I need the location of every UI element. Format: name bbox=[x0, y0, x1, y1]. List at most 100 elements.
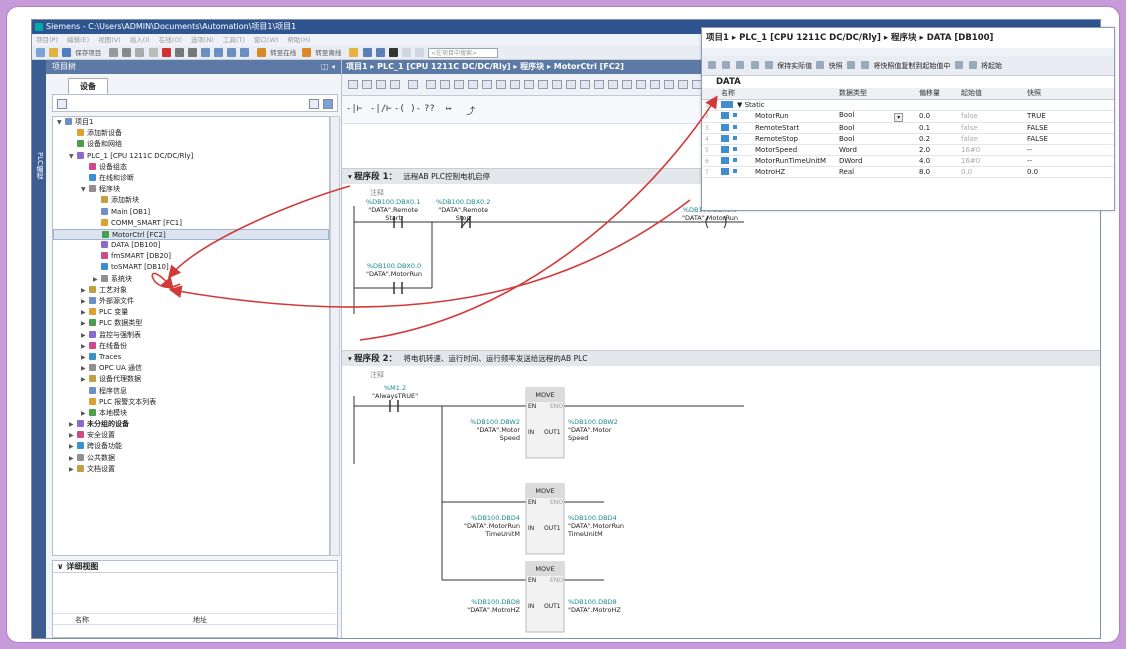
tree-item[interactable]: ▶ 文档设置 bbox=[53, 464, 329, 475]
editor-tool-icon[interactable] bbox=[580, 80, 590, 89]
editor-tool-icon[interactable] bbox=[650, 80, 660, 89]
expand-toggle-icon[interactable]: ▶ bbox=[81, 352, 89, 363]
tree-item[interactable]: toSMART [DB10] bbox=[53, 262, 329, 273]
db-cell[interactable]: false bbox=[958, 110, 1024, 123]
editor-tool-icon[interactable] bbox=[552, 80, 562, 89]
tree-item[interactable]: ▶ PLC 数据类型 bbox=[53, 318, 329, 329]
editor-tool-icon[interactable] bbox=[594, 80, 604, 89]
db-tool-icon[interactable] bbox=[708, 61, 716, 69]
cut-icon[interactable] bbox=[122, 48, 132, 57]
tree-item[interactable]: ▼ 项目1 bbox=[53, 117, 329, 128]
db-cell[interactable]: 0.1 bbox=[916, 122, 958, 134]
db-cell[interactable]: false bbox=[958, 122, 1024, 134]
plc-programming-side-tab[interactable]: PLC编程 bbox=[32, 60, 46, 638]
tree-item[interactable]: ▶ OPC UA 通信 bbox=[53, 363, 329, 374]
undo-icon[interactable] bbox=[174, 48, 184, 57]
expand-toggle-icon[interactable]: ▶ bbox=[81, 307, 89, 318]
expand-toggle-icon[interactable]: ▶ bbox=[69, 419, 77, 430]
menu-item[interactable]: 项目(P) bbox=[36, 36, 58, 44]
tree-item[interactable]: 添加新设备 bbox=[53, 128, 329, 139]
db-row[interactable]: 7 MotroHZ Real 8.0 0.0 0.0 bbox=[702, 166, 1114, 178]
tree-item[interactable]: ▶ 公共数据 bbox=[53, 453, 329, 464]
tree-item[interactable]: ▶ 监控与强制表 bbox=[53, 330, 329, 341]
expand-toggle-icon[interactable]: ▶ bbox=[81, 374, 89, 385]
tree-columns-icon[interactable] bbox=[309, 99, 319, 109]
editor-tool-icon[interactable] bbox=[454, 80, 464, 89]
contact-remote-stop[interactable]: %DB100.DBX0.2 "DATA".Remote Stop bbox=[436, 198, 490, 222]
db-tool-icon[interactable] bbox=[722, 61, 731, 69]
network-1-comment[interactable]: 注释 bbox=[370, 188, 384, 198]
db-cell[interactable]: 8.0 bbox=[916, 166, 958, 178]
editor-tool-icon[interactable] bbox=[678, 80, 688, 89]
stop-cpu-icon[interactable] bbox=[375, 48, 385, 57]
menu-item[interactable]: 在线(O) bbox=[159, 36, 182, 44]
menu-item[interactable]: 插入(I) bbox=[130, 36, 150, 44]
editor-tool-icon[interactable] bbox=[538, 80, 548, 89]
open-project-icon[interactable] bbox=[49, 48, 59, 57]
collapse-panel-icon[interactable]: ◫ ◂ bbox=[321, 60, 335, 74]
menu-item[interactable]: 窗口(W) bbox=[254, 36, 279, 44]
db-cell[interactable]: Real bbox=[836, 166, 916, 178]
save-icon[interactable] bbox=[62, 48, 72, 57]
db-cell[interactable]: MotorSpeed bbox=[718, 144, 836, 156]
db-cell[interactable]: 0.0 bbox=[1024, 166, 1114, 178]
expand-toggle-icon[interactable]: ▶ bbox=[69, 441, 77, 452]
db-tool-icon[interactable] bbox=[750, 61, 759, 69]
editor-tool-icon[interactable] bbox=[622, 80, 632, 89]
compile-icon[interactable] bbox=[200, 48, 210, 57]
move-block-title[interactable]: MOVE bbox=[526, 487, 564, 495]
download-icon[interactable] bbox=[213, 48, 223, 57]
column-address-header[interactable]: 地址 bbox=[193, 614, 207, 626]
db-tool-icon[interactable] bbox=[736, 61, 745, 69]
move-2-output[interactable]: %DB100.DBD4 "DATA".MotorRun TimeUnitM bbox=[568, 514, 624, 538]
db-cell[interactable]: Bool bbox=[836, 122, 916, 134]
tree-item[interactable]: ▶ 系统块 bbox=[53, 274, 329, 285]
editor-tool-icon[interactable] bbox=[376, 80, 386, 89]
tree-item[interactable]: 设备和网络 bbox=[53, 139, 329, 150]
db-cell[interactable]: RemoteStop bbox=[718, 133, 836, 145]
menu-item[interactable]: 选项(N) bbox=[191, 36, 214, 44]
db-cell[interactable]: MotroHZ bbox=[718, 166, 836, 178]
db-row[interactable]: 3 RemoteStart Bool 0.1 false FALSE bbox=[702, 122, 1114, 134]
db-cell[interactable]: -- bbox=[1024, 155, 1114, 167]
tree-item[interactable]: 设备组态 bbox=[53, 162, 329, 173]
db-cell[interactable]: Bool ▾ bbox=[836, 110, 916, 123]
move-block-title[interactable]: MOVE bbox=[526, 391, 564, 399]
insert-network-icon[interactable] bbox=[426, 80, 436, 89]
delete-network-icon[interactable] bbox=[440, 80, 450, 89]
db-cell[interactable]: MotorRunTimeUnitM bbox=[718, 155, 836, 167]
editor-tool-icon[interactable] bbox=[524, 80, 534, 89]
db-row[interactable]: 4 RemoteStop Bool 0.2 false FALSE bbox=[702, 133, 1114, 145]
db-cell[interactable]: 0.2 bbox=[916, 133, 958, 145]
db-cell[interactable]: FALSE bbox=[1024, 133, 1114, 145]
db-cell[interactable]: 6 bbox=[702, 155, 718, 167]
db-cell[interactable]: 7 bbox=[702, 166, 718, 178]
editor-tool-icon[interactable] bbox=[362, 80, 372, 89]
db-cell[interactable]: 5 bbox=[702, 144, 718, 156]
move-block-title[interactable]: MOVE bbox=[526, 565, 564, 573]
go-offline-icon[interactable] bbox=[302, 48, 312, 57]
copy-icon[interactable] bbox=[135, 48, 145, 57]
editor-tool-icon[interactable] bbox=[468, 80, 478, 89]
start-cpu-icon[interactable] bbox=[362, 48, 372, 57]
db-cell[interactable]: Bool bbox=[836, 133, 916, 145]
menu-item[interactable]: 工具(T) bbox=[223, 36, 245, 44]
network-2-comment[interactable]: 注释 bbox=[370, 370, 384, 380]
close-branch-tool[interactable]: ⤴ bbox=[466, 104, 475, 117]
tree-settings-icon[interactable] bbox=[323, 99, 333, 109]
db-cell[interactable]: false bbox=[958, 133, 1024, 145]
redo-icon[interactable] bbox=[187, 48, 197, 57]
db-cell[interactable]: RemoteStart bbox=[718, 122, 836, 134]
expand-toggle-icon[interactable]: ▶ bbox=[81, 363, 89, 374]
no-contact-tool[interactable]: -|⊢ bbox=[346, 104, 362, 114]
db-cell[interactable]: 2.0 bbox=[916, 144, 958, 156]
expand-toggle-icon[interactable]: ▶ bbox=[93, 274, 101, 285]
menu-item[interactable]: 编辑(E) bbox=[67, 36, 89, 44]
col-snapshot[interactable]: 快照 bbox=[1024, 88, 1114, 100]
snapshot-icon[interactable] bbox=[816, 61, 825, 69]
db-cell[interactable]: 0.0 bbox=[916, 110, 958, 123]
save-project-button[interactable]: 保存项目 bbox=[75, 49, 101, 57]
tree-item[interactable]: ▶ 安全设置 bbox=[53, 430, 329, 441]
project-search-input[interactable]: <在项目中搜索> bbox=[427, 48, 498, 58]
db-cell[interactable]: 4.0 bbox=[916, 155, 958, 167]
